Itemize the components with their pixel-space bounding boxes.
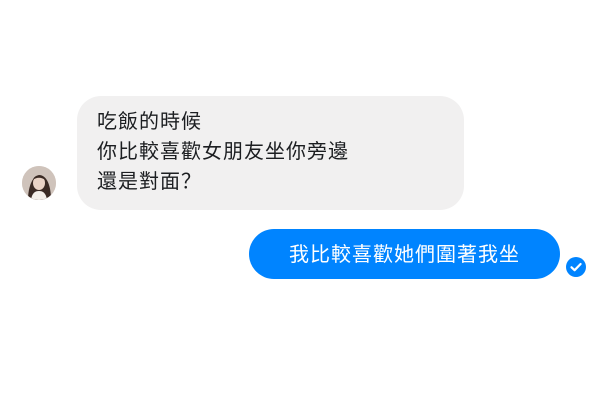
message-text: 我比較喜歡她們圍著我坐 xyxy=(289,242,520,266)
profile-photo-icon xyxy=(22,166,56,200)
message-line: 吃飯的時候 xyxy=(97,109,202,133)
chat-thread: 吃飯的時候 你比較喜歡女朋友坐你旁邊 還是對面？ 我比較喜歡她們圍著我坐 xyxy=(0,0,594,401)
message-line: 還是對面？ xyxy=(97,169,202,193)
message-line: 你比較喜歡女朋友坐你旁邊 xyxy=(97,139,349,163)
outgoing-message-bubble[interactable]: 我比較喜歡她們圍著我坐 xyxy=(249,229,560,279)
sender-avatar[interactable] xyxy=(22,166,56,200)
incoming-message-bubble[interactable]: 吃飯的時候 你比較喜歡女朋友坐你旁邊 還是對面？ xyxy=(77,96,464,210)
check-circle-icon xyxy=(570,262,582,272)
read-status-indicator xyxy=(566,257,586,277)
